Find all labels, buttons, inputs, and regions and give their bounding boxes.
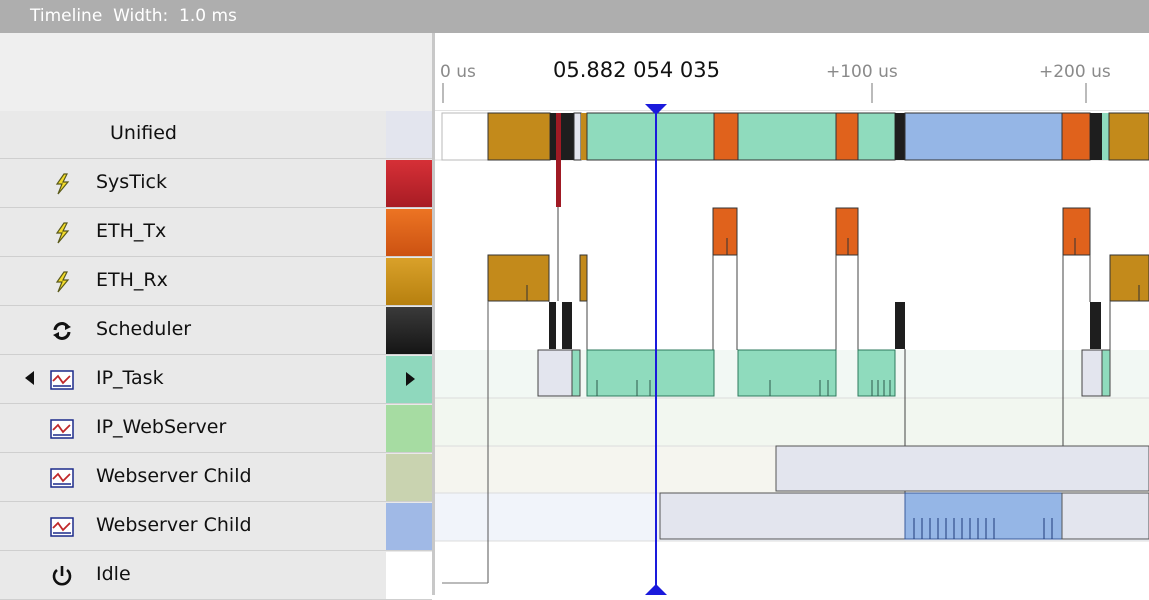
task-icon bbox=[50, 418, 74, 440]
row-idle[interactable]: Idle bbox=[0, 552, 432, 600]
row-label: IP_Task bbox=[96, 367, 164, 389]
row-color-swatch bbox=[386, 552, 432, 599]
row-eth-rx[interactable]: ETH_Rx bbox=[0, 258, 432, 306]
row-color-swatch bbox=[386, 405, 432, 452]
row-ip-task[interactable]: IP_Task bbox=[0, 356, 432, 404]
ruler-tick-label: +200 us bbox=[1039, 62, 1111, 82]
row-color-swatch bbox=[386, 503, 432, 550]
row-color-swatch bbox=[386, 454, 432, 501]
row-label: Idle bbox=[96, 563, 131, 585]
row-eth-tx[interactable]: ETH_Tx bbox=[0, 209, 432, 257]
row-label: Webserver Child bbox=[96, 465, 252, 487]
row-ip-webserver[interactable]: IP_WebServer bbox=[0, 405, 432, 453]
scheduler-icon bbox=[50, 320, 74, 342]
row-webserver-child-2[interactable]: Webserver Child bbox=[0, 503, 432, 551]
row-color-swatch bbox=[386, 160, 432, 207]
row-webserver-child-1[interactable]: Webserver Child bbox=[0, 454, 432, 502]
left-header bbox=[0, 33, 432, 112]
lightning-icon bbox=[50, 271, 74, 293]
row-label: IP_WebServer bbox=[96, 416, 227, 438]
lightning-icon bbox=[50, 173, 74, 195]
row-unified[interactable]: Unified bbox=[0, 111, 432, 159]
collapse-left-arrow-icon[interactable] bbox=[25, 371, 34, 385]
expand-right-arrow-icon[interactable] bbox=[406, 372, 415, 386]
power-icon bbox=[50, 565, 74, 587]
webserver-child-1-lane bbox=[775, 445, 1149, 492]
row-color-swatch bbox=[386, 307, 432, 354]
timeline-canvas[interactable] bbox=[435, 33, 1149, 595]
row-scheduler[interactable]: Scheduler bbox=[0, 307, 432, 355]
row-color-swatch bbox=[386, 111, 432, 158]
lightning-icon bbox=[50, 222, 74, 244]
row-label: SysTick bbox=[96, 171, 167, 193]
webserver-child-2-lane bbox=[659, 492, 1149, 540]
cursor-time-readout: 05.882 054 035 bbox=[553, 58, 720, 82]
row-color-swatch bbox=[386, 209, 432, 256]
row-label: Scheduler bbox=[96, 318, 192, 340]
row-label: ETH_Rx bbox=[96, 269, 168, 291]
row-labels-panel: Unified SysTick ETH_Tx ETH_Rx Scheduler … bbox=[0, 33, 432, 600]
ruler-tick-label: 0 us bbox=[440, 62, 476, 82]
unified-lane bbox=[441, 112, 1149, 161]
row-label: Webserver Child bbox=[96, 514, 252, 536]
title-bar: Timeline Width: 1.0 ms bbox=[0, 0, 1149, 33]
systick-lane bbox=[556, 160, 561, 301]
window-title: Timeline Width: 1.0 ms bbox=[30, 6, 237, 26]
ruler-tick-label: +100 us bbox=[826, 62, 898, 82]
row-label: Unified bbox=[110, 122, 177, 144]
row-color-swatch bbox=[386, 258, 432, 305]
row-systick[interactable]: SysTick bbox=[0, 160, 432, 208]
task-icon bbox=[50, 467, 74, 489]
task-icon bbox=[50, 369, 74, 391]
task-icon bbox=[50, 516, 74, 538]
row-color-swatch bbox=[386, 356, 432, 403]
row-label: ETH_Tx bbox=[96, 220, 167, 242]
